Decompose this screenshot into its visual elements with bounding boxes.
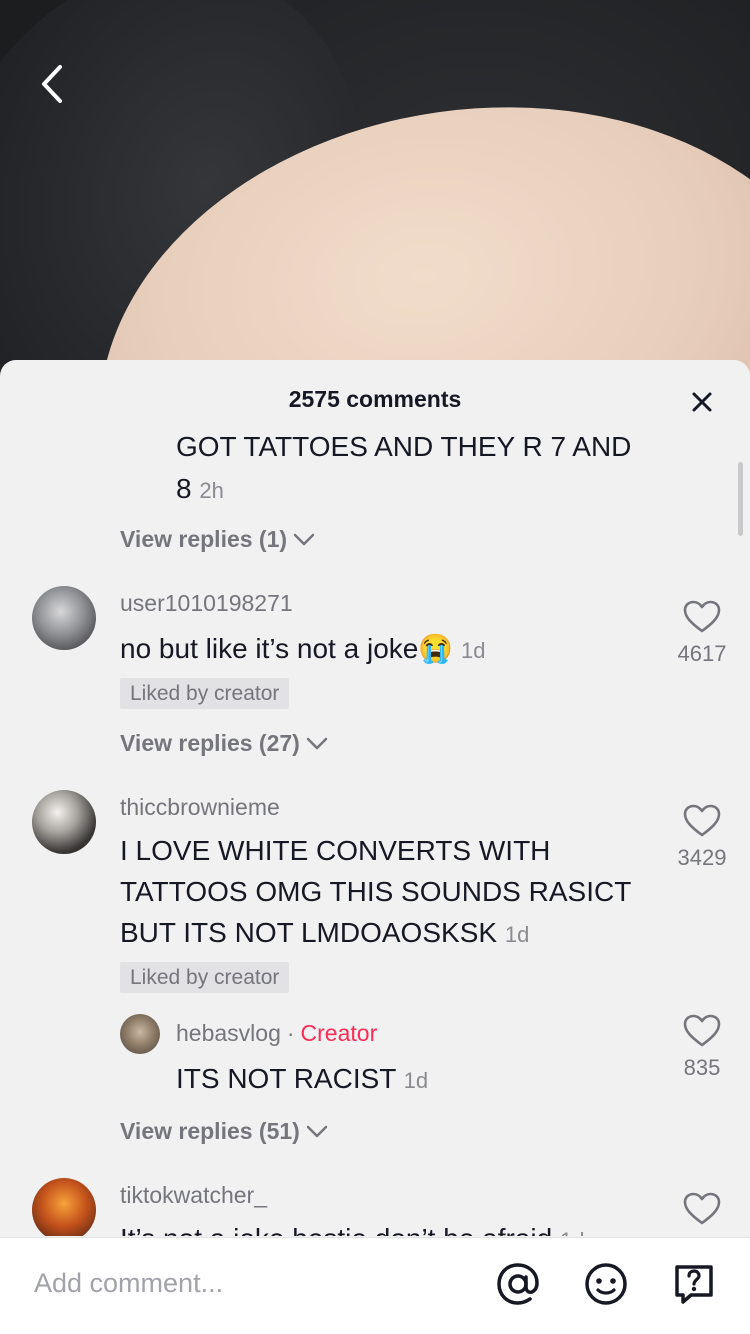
heart-icon (683, 1014, 721, 1047)
avatar[interactable] (32, 790, 96, 854)
reply-body: ITS NOT RACIST (176, 1063, 396, 1094)
view-replies-label: View replies (1) (120, 526, 288, 552)
chevron-down-icon (293, 533, 315, 545)
comment-time: 1d (461, 638, 486, 663)
close-icon (692, 392, 712, 412)
comment-input[interactable]: Add comment... (34, 1268, 223, 1299)
comment-text: It’s not a joke bestie don’t be afraid 1… (120, 1218, 584, 1236)
liked-by-creator-badge: Liked by creator (120, 678, 290, 709)
mention-button[interactable] (494, 1260, 542, 1308)
view-replies-button[interactable]: View replies (1) (120, 526, 315, 553)
comment-text: GOT TATTOES AND THEY R 7 AND (176, 431, 632, 462)
heart-icon (683, 804, 721, 837)
view-replies-button[interactable]: View replies (51) (120, 1118, 328, 1145)
avatar[interactable] (32, 586, 96, 650)
view-replies-label: View replies (51) (120, 1118, 300, 1144)
reply-time: 1d (403, 1068, 429, 1093)
creator-tag: Creator (300, 1020, 378, 1046)
comment-username[interactable]: user1010198271 (120, 590, 293, 617)
chevron-down-icon (306, 1125, 328, 1137)
avatar[interactable] (32, 1178, 96, 1236)
like-count: 4617 (677, 641, 727, 666)
comment-text-line: BUT ITS NOT LMDOAOSKSK (120, 917, 498, 948)
like-count: 3429 (677, 845, 727, 870)
comments-list[interactable]: GOT TATTOES AND THEY R 7 AND 8 2h View r… (0, 430, 750, 1236)
comment-username[interactable]: tiktokwatcher_ (120, 1182, 267, 1209)
comment-body: no but like it’s not a joke (120, 633, 419, 664)
reply-like-button[interactable]: 835 (662, 1014, 742, 1081)
comments-sheet: 2575 comments GOT TATTOES AND THEY R 7 A… (0, 360, 750, 1334)
comment-input-bar: Add comment... (0, 1237, 750, 1334)
reply-text: ITS NOT RACIST 1d (176, 1058, 428, 1101)
heart-icon (683, 600, 721, 633)
at-sign-icon (497, 1263, 539, 1305)
like-button[interactable] (662, 1192, 742, 1231)
comment-username[interactable]: thiccbrownieme (120, 794, 280, 821)
question-box-icon (675, 1265, 713, 1304)
comment-time: 2h (199, 478, 224, 503)
smiley-icon (585, 1263, 627, 1305)
scrollbar[interactable] (738, 462, 743, 536)
comment-text: no but like it’s not a joke😭 1d (120, 628, 485, 671)
comment-body: It’s not a joke bestie don’t be afraid (120, 1223, 552, 1236)
emoji-button[interactable] (582, 1260, 630, 1308)
heart-icon (683, 1192, 721, 1225)
comment-time: 1d (504, 922, 530, 947)
comment-text-line: TATTOOS OMG THIS SOUNDS RASICT (120, 876, 632, 907)
crying-emoji: 😭 (418, 633, 454, 664)
video-background (0, 0, 750, 380)
view-replies-label: View replies (27) (120, 730, 300, 756)
like-button[interactable]: 4617 (662, 600, 742, 667)
reply-avatar[interactable] (120, 1014, 160, 1054)
close-button[interactable] (682, 382, 722, 422)
reply-username-row: hebasvlog · Creator (176, 1020, 378, 1046)
comment-text: BUT ITS NOT LMDOAOSKSK 1d (120, 912, 529, 955)
question-button[interactable] (670, 1260, 718, 1308)
comments-count-title: 2575 comments (288, 386, 462, 412)
chevron-down-icon (306, 737, 328, 749)
comment-text-line: I LOVE WHITE CONVERTS WITH (120, 835, 551, 866)
chevron-left-icon (42, 65, 62, 103)
like-count: 835 (683, 1055, 721, 1080)
reply-username[interactable]: hebasvlog (176, 1020, 281, 1046)
like-button[interactable]: 3429 (662, 804, 742, 871)
back-button[interactable] (28, 58, 76, 110)
view-replies-button[interactable]: View replies (27) (120, 730, 328, 757)
liked-by-creator-badge: Liked by creator (120, 962, 290, 993)
comment-time: 1d (560, 1228, 584, 1236)
comment-text: 8 2h (176, 473, 224, 504)
